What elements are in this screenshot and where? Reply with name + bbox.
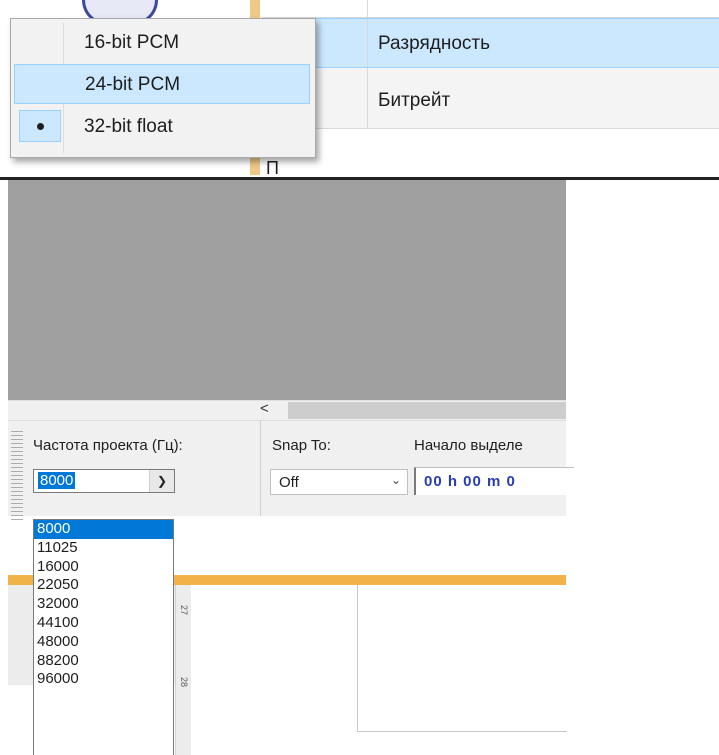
track-canvas[interactable] <box>357 585 567 732</box>
vertical-ruler: 27 28 <box>175 585 191 755</box>
snap-to-label: Snap To: <box>272 437 331 454</box>
project-rate-value: 8000 <box>38 472 76 489</box>
bit-depth-context-panel: Разрядность Битрейт П 16-bit PCM 24-bit … <box>0 0 719 175</box>
rate-option-16000[interactable]: 16000 <box>34 558 173 577</box>
radio-bullet-icon <box>19 110 61 142</box>
selection-toolbar: Частота проекта (Гц): 8000 ❯ Snap To: Of… <box>8 420 574 521</box>
project-rate-select[interactable]: 8000 ❯ <box>33 469 175 493</box>
snap-to-select[interactable]: Off ⌄ <box>270 469 408 495</box>
snap-to-value: Off <box>279 474 299 491</box>
bit-depth-label: Разрядность <box>378 33 490 54</box>
table-row-bitrate[interactable]: Битрейт <box>262 68 719 129</box>
bitrate-label: Битрейт <box>378 90 451 111</box>
scroll-left-arrow-icon[interactable]: < <box>260 400 269 417</box>
ruler-tick-label: 28 <box>179 676 190 688</box>
selection-start-label: Начало выделе <box>414 437 523 454</box>
rate-option-32000[interactable]: 32000 <box>34 595 173 614</box>
rate-option-44100[interactable]: 44100 <box>34 614 173 633</box>
rate-option-48000[interactable]: 48000 <box>34 633 173 652</box>
audacity-project-panel: < Частота проекта (Гц): 8000 ❯ Snap To: … <box>0 180 719 755</box>
track-area <box>8 180 566 400</box>
toolbar-separator <box>260 421 261 516</box>
bit-depth-context-menu: 16-bit PCM 24-bit PCM 32-bit float <box>10 18 316 158</box>
settings-table: Разрядность Битрейт П <box>262 0 719 175</box>
toolbar-grip-handle[interactable] <box>11 431 23 521</box>
horizontal-scrollbar[interactable]: < <box>8 400 566 421</box>
menu-item-label: 24-bit PCM <box>85 74 181 95</box>
rate-option-88200[interactable]: 88200 <box>34 652 173 671</box>
project-rate-label: Частота проекта (Гц): <box>33 437 183 454</box>
table-row-bit-depth[interactable]: Разрядность <box>262 18 719 68</box>
selection-start-value: 00 h 00 m 0 <box>424 473 516 490</box>
table-row[interactable]: П <box>262 130 719 175</box>
chevron-down-icon[interactable]: ⌄ <box>391 473 401 487</box>
menu-item-16-bit-pcm[interactable]: 16-bit PCM <box>14 23 310 63</box>
row-partial-text: П <box>266 158 280 175</box>
menu-item-label: 16-bit PCM <box>84 32 180 53</box>
menu-item-32-bit-float[interactable]: 32-bit float <box>14 107 310 147</box>
table-row <box>262 0 719 18</box>
rate-option-96000[interactable]: 96000 <box>34 670 173 689</box>
track-waveform-area <box>191 585 357 755</box>
menu-item-label: 32-bit float <box>84 116 173 137</box>
rate-option-11025[interactable]: 11025 <box>34 539 173 558</box>
chevron-down-icon[interactable]: ❯ <box>149 470 174 492</box>
ruler-tick-label: 27 <box>179 604 190 616</box>
scrollbar-thumb[interactable] <box>288 402 566 419</box>
rate-option-8000[interactable]: 8000 <box>34 520 173 539</box>
selection-start-time-field[interactable]: 00 h 00 m 0 <box>414 467 574 495</box>
rate-option-22050[interactable]: 22050 <box>34 576 173 595</box>
menu-item-24-bit-pcm[interactable]: 24-bit PCM <box>14 64 310 104</box>
project-rate-dropdown-list[interactable]: 8000 11025 16000 22050 32000 44100 48000… <box>33 519 174 755</box>
